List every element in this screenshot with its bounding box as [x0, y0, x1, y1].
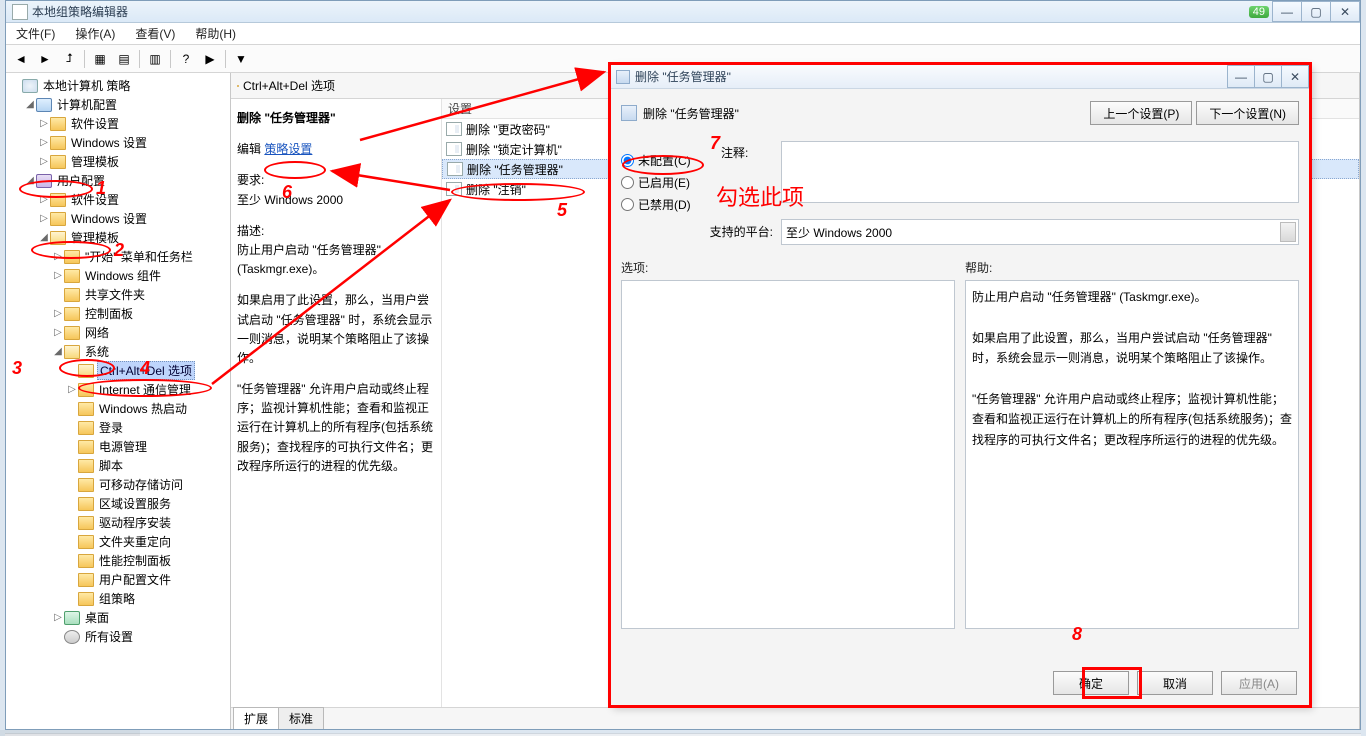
app-icon: [12, 4, 28, 20]
tree-root[interactable]: 本地计算机 策略: [10, 77, 228, 94]
annotation-oval-templates: [31, 241, 111, 259]
properties-button[interactable]: ▶: [199, 48, 221, 70]
tab-standard[interactable]: 标准: [278, 707, 324, 729]
annotation-oval-cad: [78, 379, 212, 397]
annotation-num-4: 4: [140, 358, 150, 379]
edit-policy-line: 编辑 策略设置: [237, 140, 435, 159]
annotation-oval-user: [19, 180, 93, 198]
tree-item[interactable]: ▷软件设置: [10, 115, 228, 132]
help-button[interactable]: ?: [175, 48, 197, 70]
titlebar: 本地组策略编辑器 49 — ▢ ✕: [6, 1, 1360, 23]
edit-policy-link[interactable]: 策略设置: [264, 142, 312, 156]
tree-item[interactable]: 组策略: [10, 590, 228, 607]
tree-item[interactable]: 驱动程序安装: [10, 514, 228, 531]
tree-item[interactable]: Windows 热启动: [10, 400, 228, 417]
annotation-num-1: 1: [96, 178, 106, 199]
tree-cad-options[interactable]: Ctrl+Alt+Del 选项: [10, 362, 228, 379]
tree-system[interactable]: ◢系统: [10, 343, 228, 360]
toolbar-separator: [84, 50, 85, 68]
show-hide-button[interactable]: ▤: [113, 48, 135, 70]
close-button[interactable]: ✕: [1330, 1, 1360, 22]
annotation-num-5: 5: [557, 200, 567, 221]
policy-icon: [446, 142, 462, 156]
tree-item[interactable]: 可移动存储访问: [10, 476, 228, 493]
annotation-text-check: 勾选此项: [716, 180, 804, 212]
tree-item[interactable]: 用户配置文件: [10, 571, 228, 588]
tree-item[interactable]: 性能控制面板: [10, 552, 228, 569]
list-icons-button[interactable]: ▦: [89, 48, 111, 70]
annotation-num-3: 3: [12, 358, 22, 379]
tree-item[interactable]: ▷Windows 设置: [10, 134, 228, 151]
description-text: "任务管理器" 允许用户启动或终止程序；监视计算机性能；查看和监视正运行在计算机…: [237, 380, 435, 476]
tree-item[interactable]: ▷网络: [10, 324, 228, 341]
annotation-num-7: 7: [710, 133, 720, 154]
tree-item[interactable]: ▷Windows 组件: [10, 267, 228, 284]
menu-view[interactable]: 查看(V): [125, 22, 185, 45]
annotation-num-2: 2: [114, 240, 124, 261]
tree-item[interactable]: 区域设置服务: [10, 495, 228, 512]
requirement-value: 至少 Windows 2000: [237, 191, 435, 210]
minimize-button[interactable]: —: [1272, 1, 1302, 22]
menubar: 文件(F) 操作(A) 查看(V) 帮助(H): [6, 23, 1360, 45]
forward-button[interactable]: ►: [34, 48, 56, 70]
tree-item[interactable]: ▷管理模板: [10, 153, 228, 170]
back-button[interactable]: ◄: [10, 48, 32, 70]
window-title: 本地组策略编辑器: [32, 3, 1249, 20]
maximize-button[interactable]: ▢: [1301, 1, 1331, 22]
tab-extended[interactable]: 扩展: [233, 707, 279, 729]
filter-button[interactable]: ▼: [230, 48, 252, 70]
export-button[interactable]: ▥: [144, 48, 166, 70]
up-button[interactable]: ⮥: [58, 48, 80, 70]
toolbar-separator: [139, 50, 140, 68]
annotation-oval-policylink: [264, 161, 326, 179]
annotation-num-8: 8: [1072, 624, 1082, 645]
description-label: 描述:: [237, 222, 435, 241]
window-buttons: — ▢ ✕: [1273, 1, 1360, 22]
tree-item[interactable]: ▷控制面板: [10, 305, 228, 322]
tree-item[interactable]: 文件夹重定向: [10, 533, 228, 550]
toolbar-separator: [170, 50, 171, 68]
annotation-box-dialog: [608, 62, 1312, 708]
toolbar-separator: [225, 50, 226, 68]
description-text: 防止用户启动 "任务管理器" (Taskmgr.exe)。: [237, 241, 435, 279]
policy-icon: [447, 162, 463, 176]
taskbar-hint: [0, 730, 140, 736]
notification-badge: 49: [1249, 6, 1269, 18]
annotation-oval-listitem: [451, 183, 585, 201]
annotation-oval-system: [59, 359, 115, 377]
menu-file[interactable]: 文件(F): [6, 22, 65, 45]
tree-item[interactable]: 登录: [10, 419, 228, 436]
tree-item[interactable]: 所有设置: [10, 628, 228, 645]
folder-icon: [237, 85, 239, 87]
tree-item[interactable]: 共享文件夹: [10, 286, 228, 303]
annotation-num-6: 6: [282, 182, 292, 203]
setting-title: 删除 "任务管理器": [237, 109, 435, 128]
tree-item[interactable]: ▷桌面: [10, 609, 228, 626]
view-tabs: 扩展 标准: [231, 707, 1359, 729]
annotation-box-ok: [1082, 667, 1142, 699]
tree-item[interactable]: ▷Windows 设置: [10, 210, 228, 227]
annotation-oval-radio: [622, 155, 704, 175]
tree-computer-config[interactable]: ◢计算机配置: [10, 96, 228, 113]
setting-description-panel: 删除 "任务管理器" 编辑 策略设置 要求: 至少 Windows 2000 描…: [231, 99, 441, 707]
tree-item[interactable]: 脚本: [10, 457, 228, 474]
menu-action[interactable]: 操作(A): [65, 22, 125, 45]
menu-help[interactable]: 帮助(H): [185, 22, 246, 45]
tree-pane[interactable]: 本地计算机 策略 ◢计算机配置 ▷软件设置 ▷Windows 设置 ▷管理模板 …: [6, 73, 231, 729]
details-header-title: Ctrl+Alt+Del 选项: [243, 77, 335, 94]
tree-item[interactable]: 电源管理: [10, 438, 228, 455]
policy-icon: [446, 122, 462, 136]
description-text: 如果启用了此设置，那么，当用户尝试启动 "任务管理器" 时，系统会显示一则消息，…: [237, 291, 435, 368]
